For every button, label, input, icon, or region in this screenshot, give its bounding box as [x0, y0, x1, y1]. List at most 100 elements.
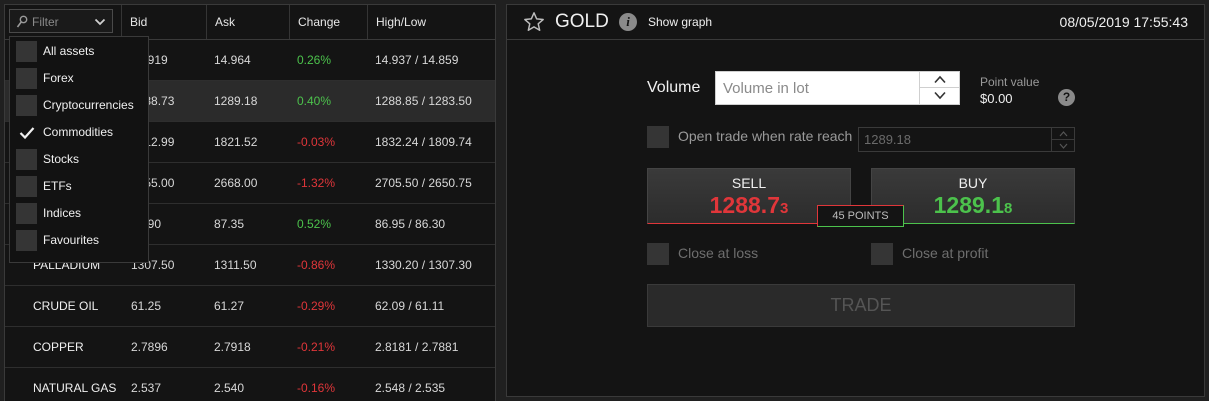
- change-value: 0.52%: [297, 217, 332, 231]
- trade-panel-header: GOLD i Show graph 08/05/2019 17:55:43: [507, 5, 1204, 40]
- show-graph-link[interactable]: Show graph: [648, 15, 712, 29]
- asset-name: COPPER: [33, 340, 84, 354]
- checkbox[interactable]: [16, 41, 37, 62]
- filter-option-all-assets[interactable]: All assets: [10, 38, 148, 65]
- ask-value: 1821.52: [214, 135, 258, 149]
- high-low-value: 1832.24 / 1809.74: [375, 135, 472, 149]
- filter-option-indices[interactable]: Indices: [10, 200, 148, 227]
- column-ask[interactable]: Ask: [206, 5, 235, 39]
- help-icon[interactable]: ?: [1058, 89, 1075, 106]
- asset-title: GOLD: [555, 11, 609, 32]
- change-value: -0.16%: [297, 381, 336, 395]
- point-value: $0.00: [980, 91, 1013, 106]
- volume-decrease-button[interactable]: [920, 88, 959, 104]
- filter-placeholder: Filter: [32, 15, 59, 29]
- sell-label: SELL: [731, 175, 767, 191]
- ask-value: 2668.00: [214, 176, 258, 190]
- trade-button[interactable]: TRADE: [647, 284, 1075, 327]
- change-value: -0.21%: [297, 340, 336, 354]
- ask-value: 87.35: [214, 217, 245, 231]
- rate-decrease-button[interactable]: [1052, 140, 1074, 152]
- column-change[interactable]: Change: [289, 5, 340, 39]
- close-at-loss-checkbox[interactable]: [647, 243, 669, 265]
- filter-option-forex[interactable]: Forex: [10, 65, 148, 92]
- buy-label: BUY: [958, 175, 988, 191]
- change-value: 0.40%: [297, 94, 332, 108]
- star-icon[interactable]: [523, 11, 545, 33]
- sell-price-main: 1288.7: [709, 192, 780, 218]
- high-low-value: 86.95 / 86.30: [375, 217, 446, 231]
- table-row[interactable]: NATURAL GAS 2.537 2.540 -0.16% 2.548 / 2…: [5, 368, 495, 401]
- filter-dropdown-menu: All assets Forex Cryptocurrencies Commod…: [9, 36, 149, 263]
- filter-option-label: Favourites: [43, 233, 100, 247]
- change-value: -0.03%: [297, 135, 336, 149]
- buy-price-pip: 8: [1004, 200, 1013, 217]
- table-header: Bid Ask Change High/Low Filter: [5, 5, 495, 40]
- checkbox[interactable]: [16, 176, 37, 197]
- bid-value: 2.7896: [131, 340, 168, 354]
- ask-value: 1311.50: [214, 258, 257, 272]
- close-at-profit-label: Close at profit: [902, 245, 989, 261]
- chevron-down-icon: [94, 18, 106, 26]
- filter-option-favourites[interactable]: Favourites: [10, 227, 148, 254]
- datetime: 08/05/2019 17:55:43: [1059, 14, 1188, 30]
- open-trade-label: Open trade when rate reach: [678, 128, 853, 144]
- rate-increase-button[interactable]: [1052, 128, 1074, 140]
- high-low-value: 62.09 / 61.11: [375, 299, 445, 313]
- ask-value: 14.964: [214, 53, 251, 67]
- filter-option-label: All assets: [43, 44, 95, 58]
- rate-stepper: [1051, 127, 1075, 152]
- column-high-low[interactable]: High/Low: [367, 5, 426, 39]
- checkbox[interactable]: [16, 68, 37, 89]
- change-value: -0.86%: [297, 258, 336, 272]
- high-low-value: 2705.50 / 2650.75: [375, 176, 472, 190]
- chevron-down-icon: [934, 91, 946, 100]
- checkbox[interactable]: [16, 203, 37, 224]
- search-icon: [16, 15, 28, 28]
- ask-value: 1289.18: [214, 94, 258, 108]
- asset-name: NATURAL GAS: [33, 381, 117, 395]
- chevron-up-icon: [1059, 131, 1068, 137]
- close-at-loss-label: Close at loss: [678, 245, 759, 261]
- bid-value: 61.25: [131, 299, 162, 313]
- filter-select[interactable]: Filter: [9, 9, 113, 33]
- filter-option-etfs[interactable]: ETFs: [10, 173, 148, 200]
- column-bid[interactable]: Bid: [121, 5, 147, 39]
- filter-option-cryptocurrencies[interactable]: Cryptocurrencies: [10, 92, 148, 119]
- trade-panel: GOLD i Show graph 08/05/2019 17:55:43 Vo…: [506, 4, 1205, 397]
- high-low-value: 2.8181 / 2.7881: [375, 340, 459, 354]
- ask-value: 2.540: [214, 381, 245, 395]
- filter-option-label: ETFs: [43, 179, 72, 193]
- ask-value: 2.7918: [214, 340, 251, 354]
- close-at-profit-checkbox[interactable]: [871, 243, 893, 265]
- high-low-value: 14.937 / 14.859: [375, 53, 459, 67]
- table-row[interactable]: COPPER 2.7896 2.7918 -0.21% 2.8181 / 2.7…: [5, 327, 495, 368]
- filter-option-label: Forex: [43, 71, 74, 85]
- checkbox[interactable]: [16, 95, 37, 116]
- filter-option-stocks[interactable]: Stocks: [10, 146, 148, 173]
- info-icon[interactable]: i: [619, 13, 637, 31]
- checkmark-icon[interactable]: [19, 126, 35, 140]
- instrument-table: Bid Ask Change High/Low Filter 14.919 14…: [4, 4, 496, 401]
- chevron-up-icon: [934, 75, 946, 84]
- filter-option-label: Indices: [43, 206, 82, 220]
- bid-value: 2.537: [131, 381, 162, 395]
- checkbox[interactable]: [16, 149, 37, 170]
- high-low-value: 1330.20 / 1307.30: [375, 258, 472, 272]
- open-trade-checkbox[interactable]: [647, 126, 669, 148]
- volume-increase-button[interactable]: [920, 72, 959, 88]
- high-low-value: 1288.85 / 1283.50: [375, 94, 472, 108]
- volume-input[interactable]: [715, 71, 920, 105]
- ask-value: 61.27: [214, 299, 245, 313]
- rate-input[interactable]: 1289.18: [858, 127, 1058, 152]
- sell-price-pip: 3: [780, 200, 789, 217]
- change-value: -0.29%: [297, 299, 336, 313]
- filter-option-label: Cryptocurrencies: [43, 98, 134, 112]
- filter-option-commodities[interactable]: Commodities: [10, 119, 148, 146]
- checkbox[interactable]: [16, 230, 37, 251]
- table-row[interactable]: CRUDE OIL 61.25 61.27 -0.29% 62.09 / 61.…: [5, 286, 495, 327]
- asset-name: CRUDE OIL: [33, 299, 99, 313]
- high-low-value: 2.548 / 2.535: [375, 381, 446, 395]
- filter-option-label: Commodities: [43, 125, 114, 139]
- point-value-label: Point value: [980, 75, 1040, 89]
